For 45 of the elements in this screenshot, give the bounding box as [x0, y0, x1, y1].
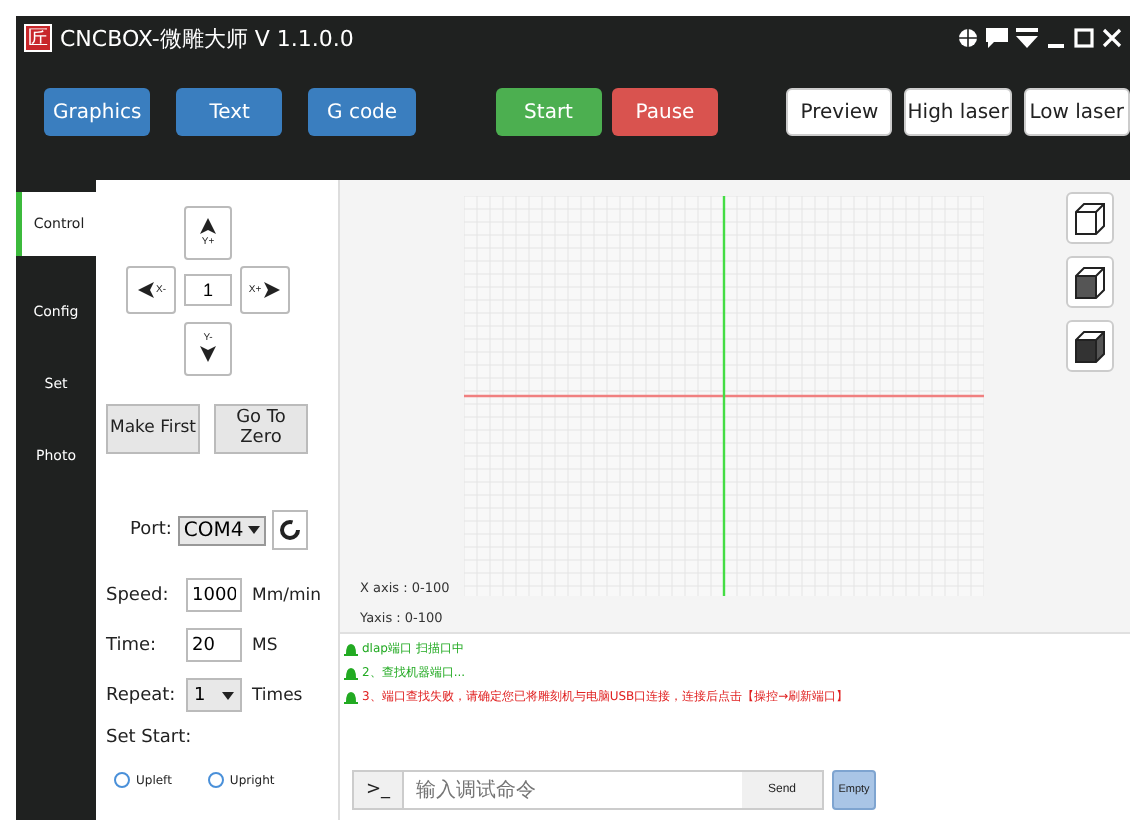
chat-icon[interactable]	[986, 28, 1008, 48]
setting-label: Time:	[106, 635, 159, 655]
port-select[interactable]: COM4	[177, 515, 266, 545]
toolbar-button[interactable]: G code	[308, 88, 416, 136]
globe-icon[interactable]	[958, 28, 978, 48]
view-button[interactable]	[1066, 320, 1114, 372]
unit-label: Times	[252, 685, 305, 705]
dropdown-icon[interactable]	[1016, 28, 1038, 48]
arrow-icon	[198, 216, 218, 236]
close-icon[interactable]	[1102, 28, 1122, 48]
setting-field[interactable]: 1000	[186, 578, 242, 612]
setting-label: Repeat:	[106, 685, 178, 705]
window-title: CNCBOX-微雕大师 V 1.1.0.0	[60, 23, 356, 53]
step-field[interactable]: 1	[184, 274, 232, 306]
caret-icon	[247, 526, 260, 534]
toolbar-button[interactable]: Pause	[611, 88, 719, 136]
setting-field[interactable]: 20	[186, 628, 242, 662]
unit-label: MS	[252, 635, 280, 655]
toolbar-button[interactable]: Graphics	[44, 88, 151, 136]
action-button[interactable]: Make First	[106, 404, 200, 454]
prompt-label: >_	[363, 778, 393, 804]
setting-select[interactable]: 1	[186, 678, 242, 712]
command-field[interactable]: 输入调试命令	[402, 772, 742, 808]
cube-icon	[1074, 329, 1106, 363]
cube-icon	[1074, 201, 1106, 235]
maximize-icon[interactable]	[1074, 28, 1094, 48]
action-button[interactable]: Go To Zero	[214, 404, 308, 454]
refresh-icon	[277, 518, 302, 542]
setting-label: Speed:	[106, 585, 171, 605]
view-button[interactable]	[1066, 256, 1114, 308]
port-label: Port:	[130, 520, 172, 540]
refresh-button[interactable]	[271, 510, 308, 550]
arrow-icon	[136, 280, 156, 300]
toolbar-button[interactable]: Preview	[786, 88, 893, 136]
caret-icon	[222, 691, 234, 699]
unit-label: Mm/min	[252, 585, 324, 605]
toolbar-button[interactable]: Text	[176, 88, 283, 136]
arrow-icon	[198, 344, 218, 364]
toolbar-button[interactable]: Low laser	[1023, 88, 1130, 136]
toolbar-button[interactable]: High laser	[904, 88, 1012, 136]
app-logo: 匠	[24, 24, 52, 52]
set-start-label: Set Start:	[106, 728, 192, 748]
arrow-icon	[261, 280, 282, 300]
cube-icon	[1074, 265, 1106, 299]
view-button[interactable]	[1066, 192, 1114, 244]
